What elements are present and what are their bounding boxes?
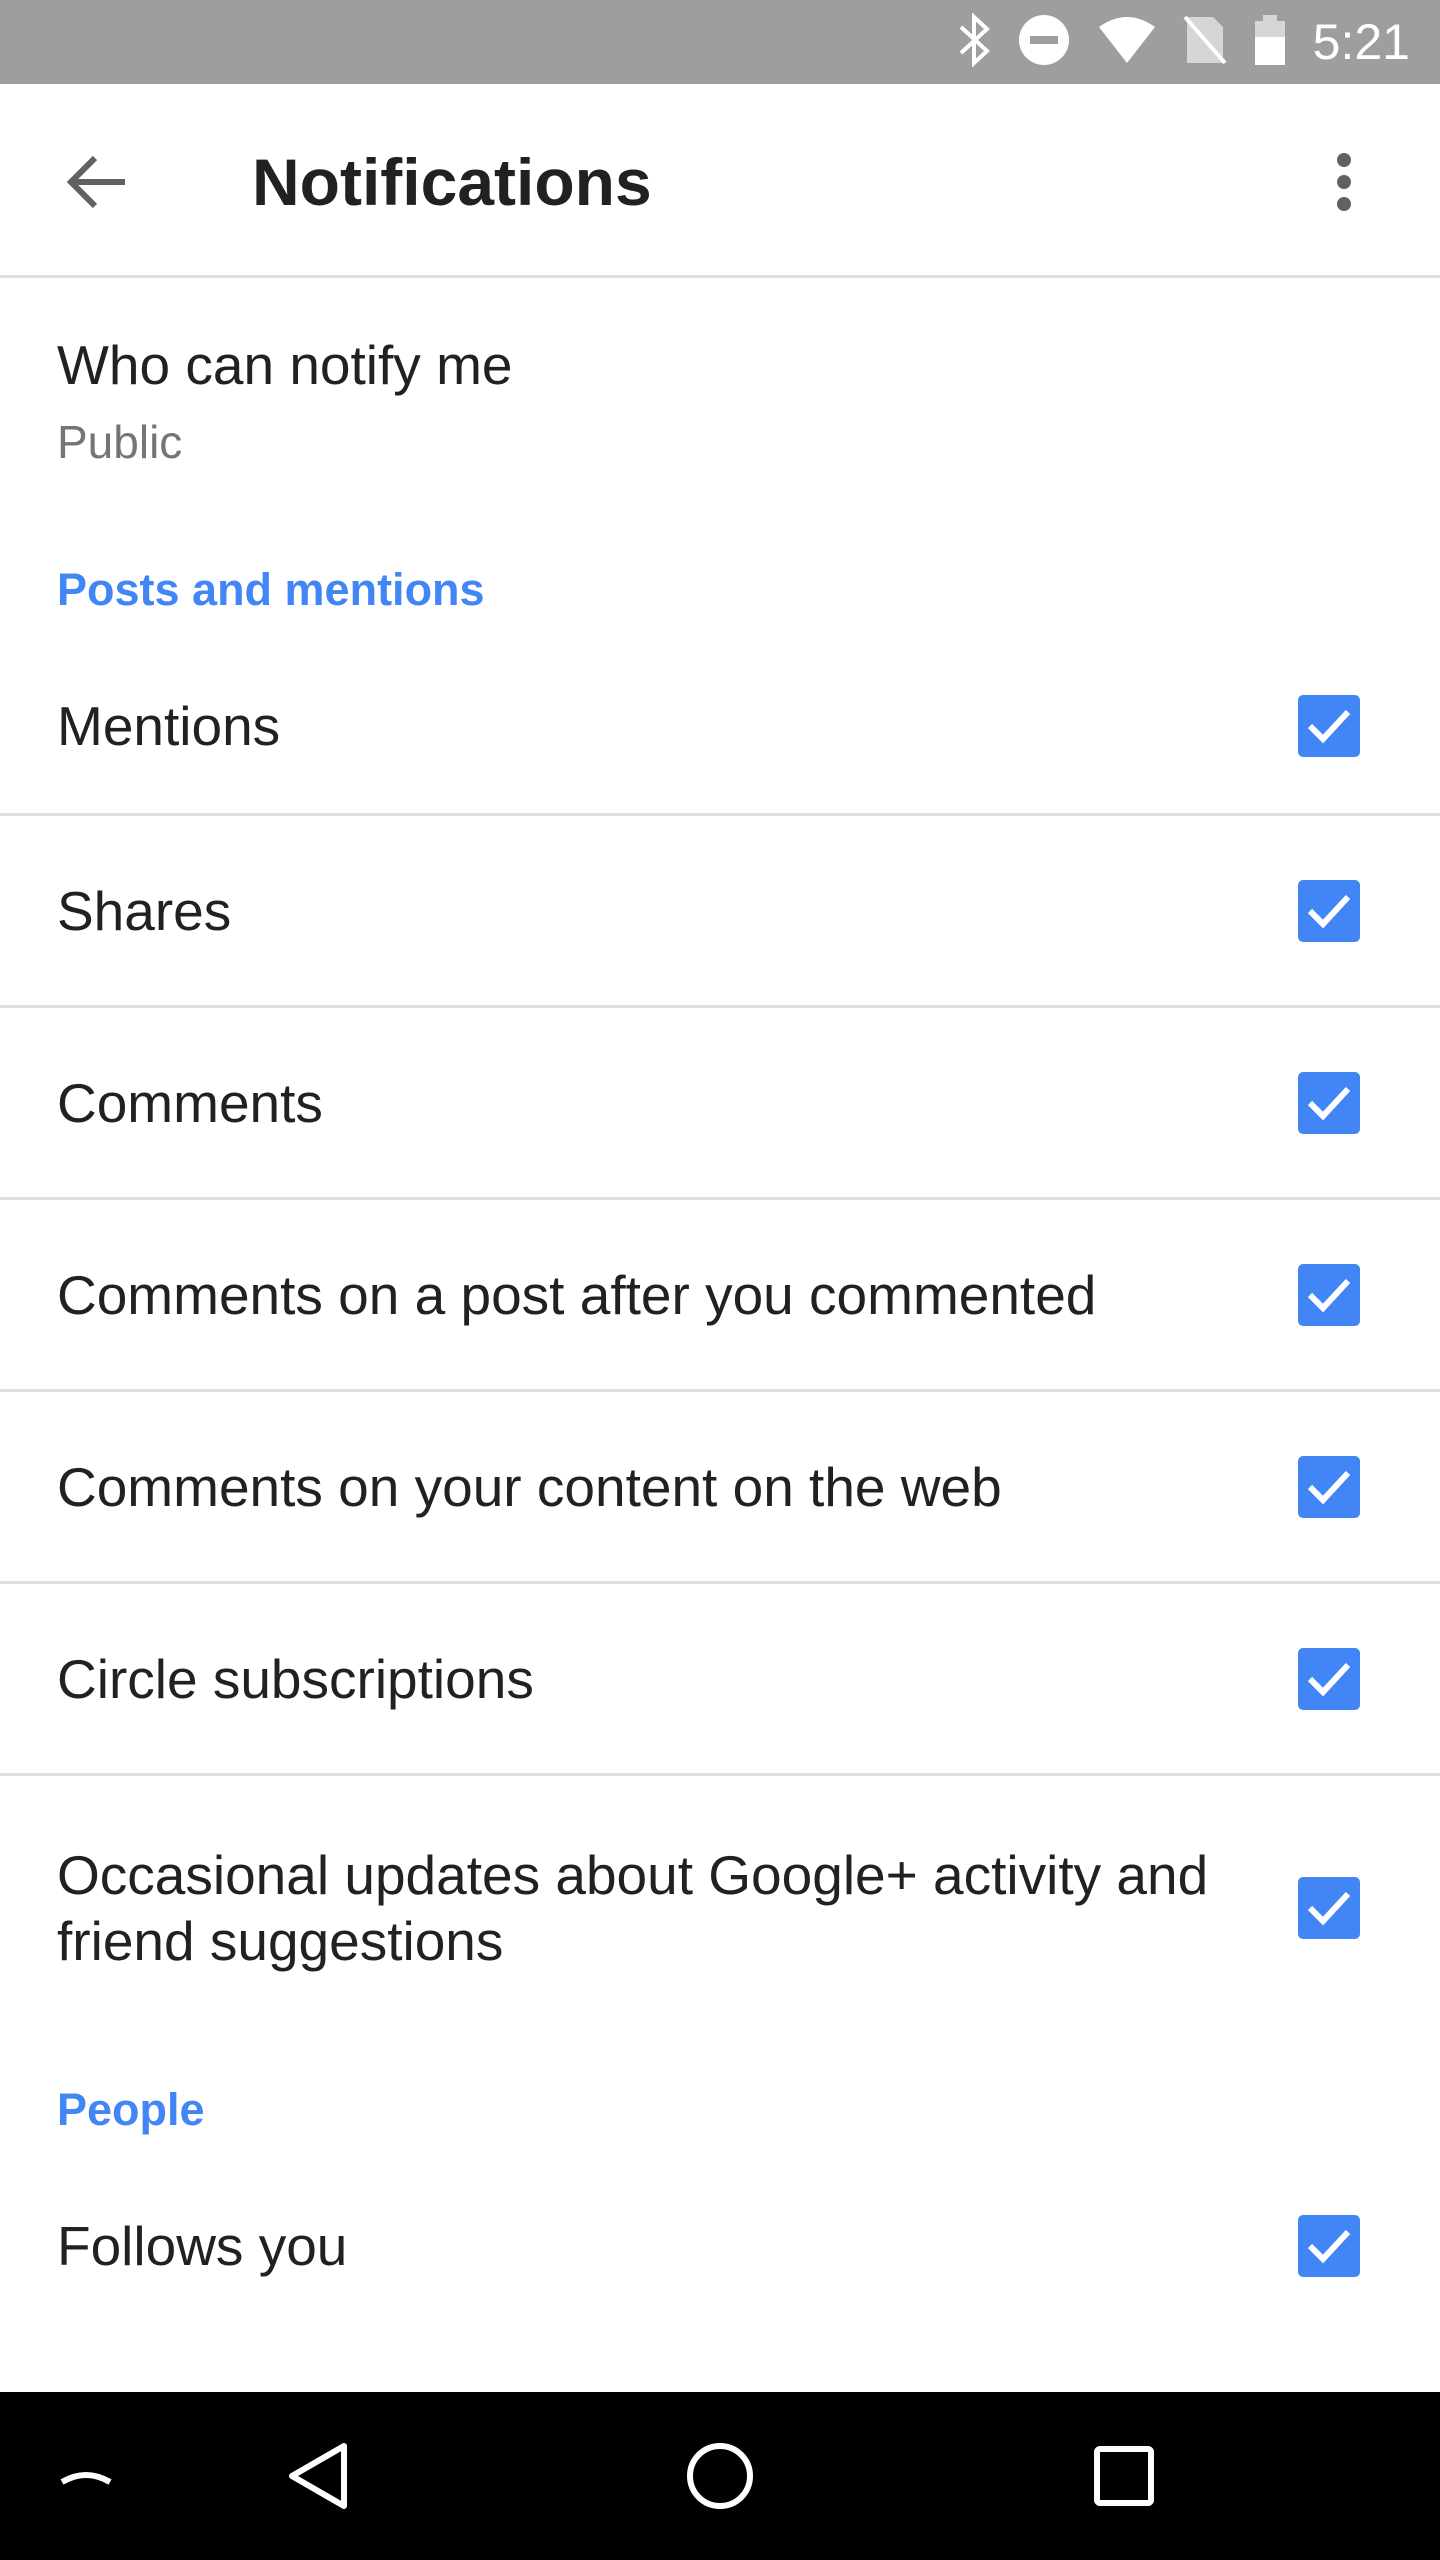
check-icon (1307, 1662, 1351, 1696)
setting-label: Comments on a post after you commented (57, 1263, 1097, 1326)
page-title: Notifications (252, 145, 652, 219)
setting-row-circle-subscriptions[interactable]: Circle subscriptions (0, 1584, 1440, 1776)
settings-list: Who can notify me Public Posts and menti… (0, 278, 1440, 2336)
nav-back-button[interactable] (268, 2426, 368, 2526)
checkbox[interactable] (1298, 1647, 1360, 1710)
setting-label: Shares (57, 879, 232, 942)
check-icon (1307, 1470, 1351, 1504)
arrow-back-icon (66, 154, 129, 215)
setting-label: Comments (57, 1071, 323, 1134)
setting-row-comments-on-web[interactable]: Comments on your content on the web (0, 1392, 1440, 1584)
nav-home-button[interactable] (670, 2426, 770, 2526)
checkbox[interactable] (1298, 1455, 1360, 1518)
more-vert-icon (1334, 152, 1354, 217)
check-icon (1307, 1086, 1351, 1120)
who-can-notify-row[interactable]: Who can notify me Public (0, 278, 1440, 498)
status-time: 5:21 (1312, 14, 1410, 70)
setting-label: Comments on your content on the web (57, 1455, 1002, 1518)
status-icons: 5:21 (957, 0, 1410, 84)
nav-recents-button[interactable] (1074, 2426, 1174, 2526)
setting-row-follows-you[interactable]: Follows you (0, 2156, 1440, 2336)
setting-label: Mentions (57, 694, 281, 757)
setting-row-comments-after-commented[interactable]: Comments on a post after you commented (0, 1200, 1440, 1392)
battery-icon (1253, 13, 1287, 72)
who-can-notify-value: Public (57, 416, 183, 468)
back-triangle-icon (289, 2443, 347, 2509)
checkbox[interactable] (1298, 879, 1360, 942)
expand-button[interactable] (36, 2426, 136, 2526)
app-bar: Notifications (0, 84, 1440, 278)
setting-row-comments[interactable]: Comments (0, 1008, 1440, 1200)
overflow-menu-button[interactable] (1296, 136, 1392, 232)
check-icon (1307, 894, 1351, 928)
bluetooth-icon (957, 11, 991, 72)
check-icon (1307, 1278, 1351, 1312)
setting-row-shares[interactable]: Shares (0, 816, 1440, 1008)
check-icon (1307, 1891, 1351, 1926)
status-bar: 5:21 (0, 0, 1440, 84)
setting-label: Follows you (57, 2215, 348, 2277)
checkbox[interactable] (1298, 1263, 1360, 1326)
setting-label: Circle subscriptions (57, 1647, 534, 1710)
setting-label: Occasional updates about Google+ activit… (57, 1844, 1209, 1972)
checkbox[interactable] (1298, 2215, 1360, 2277)
setting-row-mentions[interactable]: Mentions (0, 638, 1440, 816)
expand-icon (60, 2472, 112, 2485)
navigation-bar (0, 2392, 1440, 2560)
recents-square-icon (1094, 2446, 1154, 2506)
home-circle-icon (687, 2443, 753, 2509)
do-not-disturb-icon (1017, 13, 1071, 72)
setting-row-occasional-updates[interactable]: Occasional updates about Google+ activit… (0, 1776, 1440, 2040)
who-can-notify-title: Who can notify me (57, 334, 513, 396)
checkbox[interactable] (1298, 1877, 1360, 1939)
check-icon (1307, 2229, 1351, 2264)
section-header-people: People (57, 2084, 205, 2135)
no-sim-icon (1183, 13, 1227, 72)
back-button[interactable] (50, 136, 146, 232)
check-icon (1307, 709, 1351, 743)
wifi-icon (1097, 15, 1157, 70)
checkbox[interactable] (1298, 1071, 1360, 1134)
section-header-posts: Posts and mentions (57, 564, 485, 615)
checkbox[interactable] (1298, 694, 1360, 757)
